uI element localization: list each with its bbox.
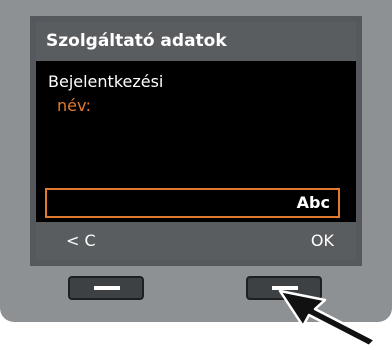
prompt-line-1: Bejelentkezési: [48, 72, 164, 91]
input-mode-indicator: Abc: [296, 193, 330, 212]
prompt-line-2: név:: [57, 96, 91, 115]
softkey-right-label: OK: [310, 231, 334, 250]
left-softkey-button[interactable]: [68, 276, 144, 300]
softkey-left-label: < C: [66, 231, 96, 250]
screen-title: Szolgáltató adatok: [36, 22, 356, 61]
phone-device: Szolgáltató adatok Bejelentkezési név: A…: [0, 0, 392, 322]
softkey-bar: < C OK: [36, 222, 356, 260]
login-name-input[interactable]: Abc: [45, 188, 340, 218]
dash-icon: [94, 286, 120, 290]
arrow-icon: [278, 289, 377, 348]
display-screen: Szolgáltató adatok Bejelentkezési név: A…: [30, 16, 362, 266]
